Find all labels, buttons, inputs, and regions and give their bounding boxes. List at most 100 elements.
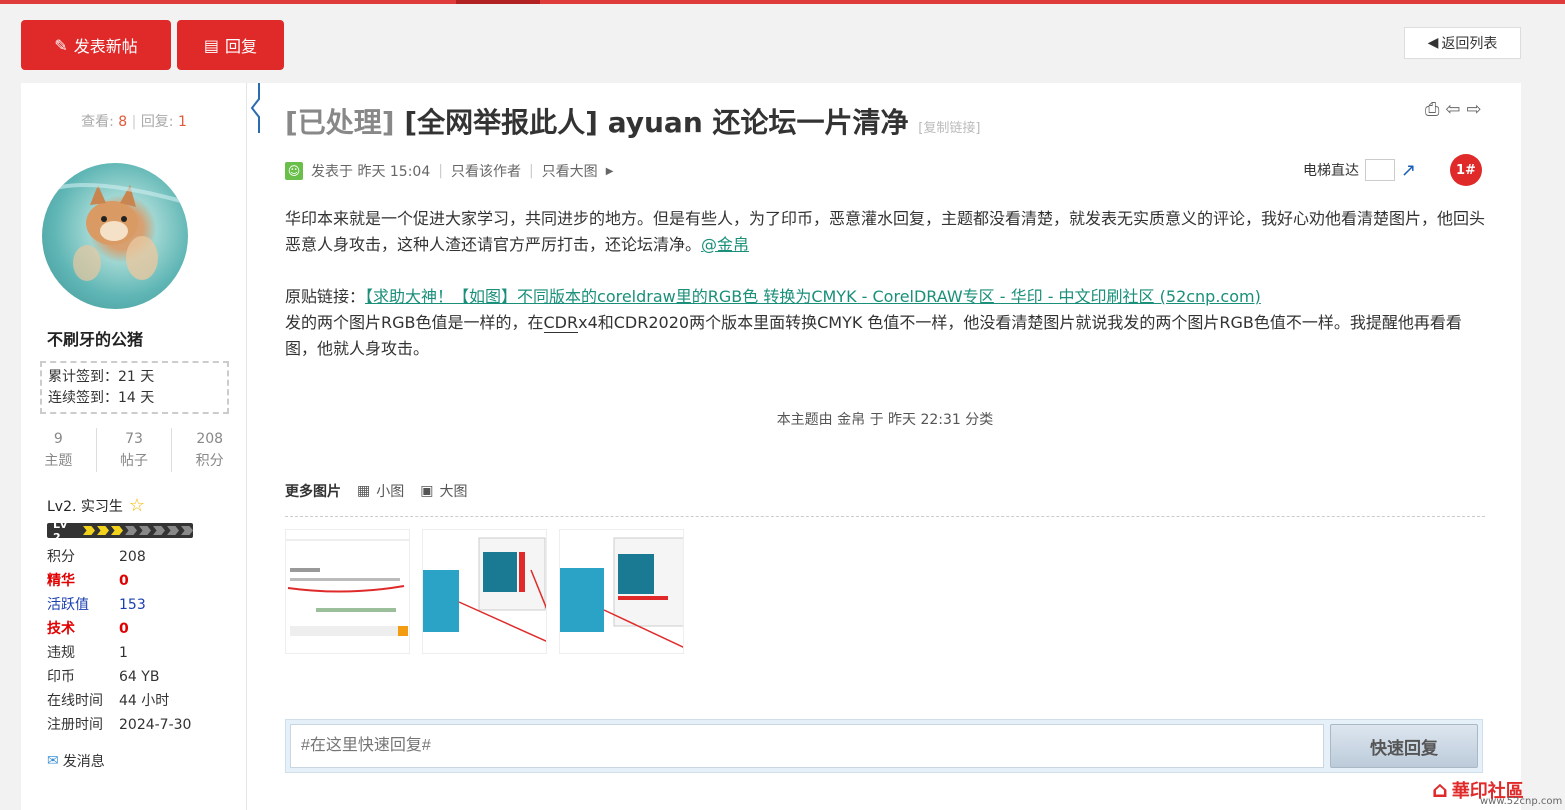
top-accent-bar [0,0,1565,4]
floor-jump: 电梯直达 ↗ [1303,159,1416,181]
thumbnail[interactable] [559,529,684,654]
divider-notch [250,83,260,133]
back-label: 返回列表 [1441,36,1498,52]
post-meta: ☺ 发表于 昨天 15:04 | 只看该作者 | 只看大图 ▶ [285,161,613,181]
info-value: 153 [119,597,146,613]
level-segment [111,526,123,535]
post-time: 发表于 昨天 15:04 [311,164,431,180]
avatar[interactable] [42,163,188,309]
reply-label: 回复 [225,37,258,56]
sign-in-box: 累计签到：21 天 连续签到：14 天 [40,361,229,414]
stat-threads[interactable]: 9 主题 [21,428,97,472]
quick-reply-box: 快速回复 [285,719,1483,773]
user-info-row: 印币 64 YB [47,665,191,689]
level-segment [125,526,137,535]
user-info-row: 在线时间 44 小时 [47,689,191,713]
jump-icon[interactable]: ↗ [1401,160,1416,181]
post-title-text: [全网举报此人] ayuan 还论坛一片清净 [404,106,909,139]
original-post-link[interactable]: 【求助大神！【如图】不同版本的coreldraw里的RGB色 转换为CMYK -… [365,287,1261,306]
info-key: 活跃值 [47,597,89,613]
info-value: 2024-7-30 [119,717,192,733]
paragraph-2: 原贴链接：【求助大神！【如图】不同版本的coreldraw里的RGB色 转换为C… [285,284,1485,362]
stat-label: 帖子 [120,453,148,469]
floor-jump-label: 电梯直达 [1303,163,1359,179]
floor-jump-input[interactable] [1365,159,1395,181]
copy-link[interactable]: [复制链接] [918,121,980,136]
author-sidebar: 查看: 8 | 回复: 1 不刷牙的公猪 累计签到：21 天 连续签到：14 天 [21,83,247,810]
post-content: 华印本来就是一个促进大家学习，共同进步的地方。但是有些人，为了印币，恶意灌水回复… [285,206,1485,362]
quick-reply-button[interactable]: 快速回复 [1330,724,1478,768]
send-message-button[interactable]: ✉ 发消息 [47,751,105,771]
paragraph-2-text-a: 发的两个图片RGB色值是一样的，在 [285,313,544,332]
back-to-list-button[interactable]: ◀ 返回列表 [1404,27,1521,59]
envelope-icon: ✉ [47,753,59,769]
username[interactable]: 不刷牙的公猪 [47,326,143,350]
classified-note: 本主题由 金帛 于 昨天 22:31 分类 [776,412,994,428]
star-icon: ☆ [128,495,146,516]
user-info-row: 精华 0 [47,569,191,593]
separator: | [438,163,443,179]
stat-label: 主题 [44,453,73,469]
views-count: 8 [118,114,128,130]
post-tag[interactable]: [已处理] [285,106,395,139]
thumbnail[interactable] [422,529,547,654]
stat-value: 9 [53,431,63,447]
thumbnail[interactable] [285,529,410,654]
image-icon: ▣ [420,483,434,499]
user-info-row: 积分 208 [47,545,191,569]
stat-posts[interactable]: 73 帖子 [97,428,173,472]
cdr-term[interactable]: CDR [543,313,579,333]
info-key: 精华 [47,573,75,589]
new-post-label: 发表新帖 [73,37,138,56]
stat-credits[interactable]: 208 积分 [172,428,247,472]
separator: | [131,114,137,130]
level-segment [167,526,179,535]
print-icon[interactable]: ⎙ [1425,99,1439,120]
info-value: 0 [119,621,129,637]
only-author-link[interactable]: 只看该作者 [451,161,521,181]
link-prefix: 原贴链接： [285,287,366,306]
thumbnail-strip [285,529,684,654]
views-label: 查看: [81,114,114,130]
replies-count: 1 [177,114,187,130]
level-segment [153,526,165,535]
small-pics-label: 小图 [376,484,405,500]
info-key: 技术 [47,621,75,637]
big-pics-toggle[interactable]: ▣ 大图 [420,481,467,501]
stat-label: 积分 [195,453,224,469]
level-segment [97,526,109,535]
pencil-icon: ✎ [54,35,68,55]
paragraph-1-text: 华印本来就是一个促进大家学习，共同进步的地方。但是有些人，为了印币，恶意灌水回复… [285,209,1486,254]
send-message-label: 发消息 [62,754,105,770]
stat-value: 73 [125,431,143,447]
post-title: [已处理] [全网举报此人] ayuan 还论坛一片清净 [复制链接] [285,101,980,141]
more-pictures-title: 更多图片 [285,484,341,500]
post-card: 查看: 8 | 回复: 1 不刷牙的公猪 累计签到：21 天 连续签到：14 天 [21,83,1521,810]
caret-right-icon[interactable]: ▶ [606,166,614,177]
paragraph-1: 华印本来就是一个促进大家学习，共同进步的地方。但是有些人，为了印币，恶意灌水回复… [285,206,1485,258]
new-post-button[interactable]: ✎ 发表新帖 [21,20,171,70]
floor-number-badge[interactable]: 1# [1450,154,1482,186]
small-pics-toggle[interactable]: ▦ 小图 [357,481,404,501]
reply-button[interactable]: ▤ 回复 [177,20,284,70]
level-segment [83,526,95,535]
level-segment [139,526,151,535]
user-level: Lv2. 实习生 ☆ [47,495,145,516]
comment-icon: ▤ [203,35,220,55]
view-reply-counts: 查看: 8 | 回复: 1 [21,111,247,131]
watermark-url: www.52cnp.com [1480,796,1563,807]
only-big-images-link[interactable]: 只看大图 [542,161,598,181]
user-info-row: 技术 0 [47,617,191,641]
next-thread-icon[interactable]: ⇨ [1467,99,1482,120]
info-value: 208 [119,549,146,565]
info-key: 印币 [47,669,75,685]
level-badge: Lv 2 [53,523,68,538]
mention-link[interactable]: @金帛 [701,235,749,254]
prev-thread-icon[interactable]: ⇦ [1445,99,1460,120]
more-pictures-header: 更多图片 ▦ 小图 ▣ 大图 [285,481,1485,517]
user-info-row: 活跃值 153 [47,593,191,617]
user-info-row: 违规 1 [47,641,191,665]
quick-reply-input[interactable] [290,724,1324,768]
level-label: Lv2. 实习生 [47,498,123,515]
sign-streak: 连续签到：14 天 [48,390,155,406]
